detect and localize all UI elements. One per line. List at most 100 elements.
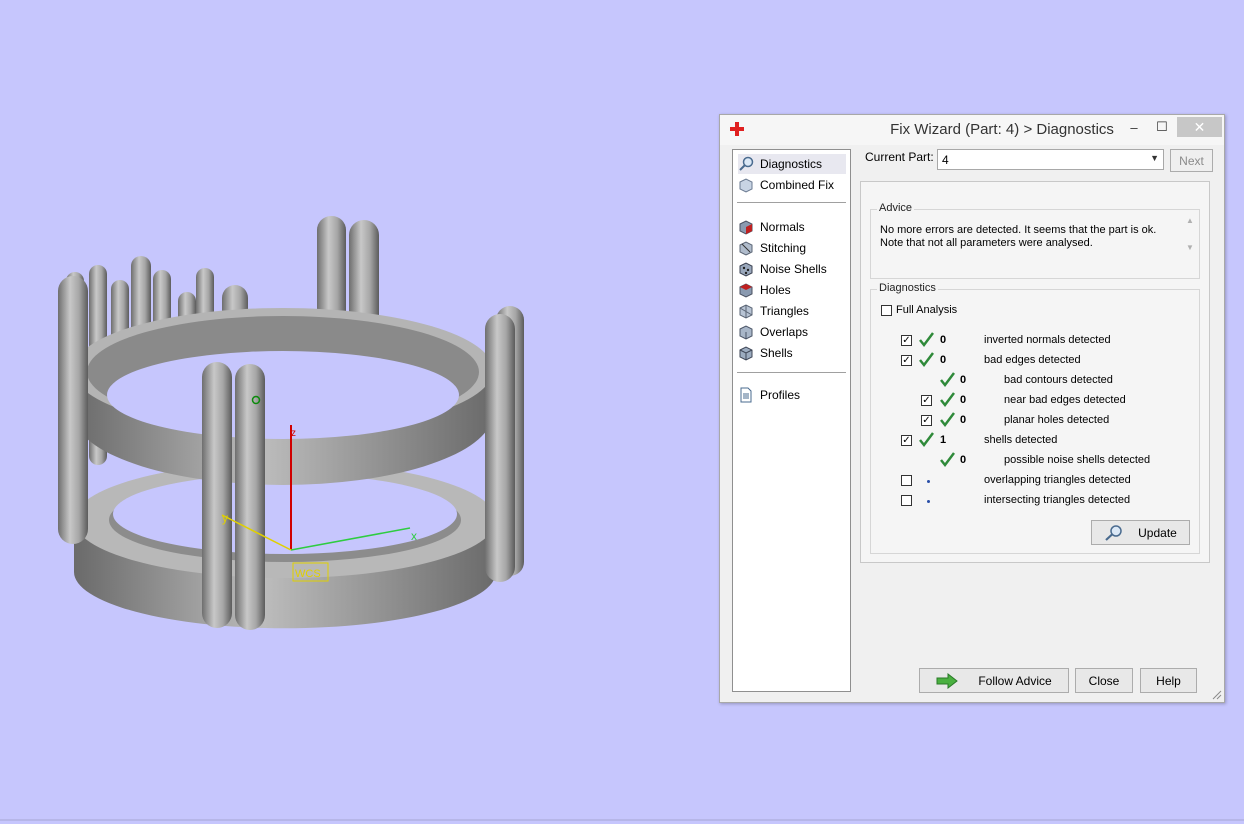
- follow-advice-label: Follow Advice: [978, 673, 1052, 688]
- maximize-button[interactable]: ☐: [1148, 117, 1176, 137]
- full-analysis-label: Full Analysis: [896, 304, 958, 316]
- diag-count: 0: [960, 374, 967, 386]
- chevron-down-icon: ▼: [1150, 153, 1159, 163]
- nav-label: Holes: [760, 283, 791, 297]
- current-part-value: 4: [942, 153, 949, 167]
- close-window-button[interactable]: ✕: [1177, 117, 1222, 137]
- nav-item-noise-shells[interactable]: Noise Shells: [738, 259, 827, 279]
- resize-grip-icon[interactable]: [1210, 688, 1222, 700]
- nav-label: Profiles: [760, 388, 801, 402]
- diag-count: 1: [940, 434, 947, 446]
- nav-label: Combined Fix: [760, 178, 835, 192]
- help-button[interactable]: Help: [1140, 668, 1197, 693]
- advice-line: Note that not all parameters were analys…: [880, 237, 1093, 249]
- diag-checkbox-shells[interactable]: ✓: [901, 435, 912, 446]
- diagnostics-group: Diagnostics Full Analysis ✓ 0 inverted n…: [870, 282, 1200, 554]
- nav-label: Noise Shells: [760, 262, 827, 276]
- noise-shells-icon: [739, 262, 753, 277]
- nav-item-normals[interactable]: Normals: [738, 217, 805, 237]
- diag-count: 0: [940, 354, 947, 366]
- advice-text: No more errors are detected. It seems th…: [880, 224, 1198, 270]
- update-button[interactable]: Update: [1091, 520, 1190, 545]
- triangles-icon: [739, 304, 753, 319]
- nav-item-holes[interactable]: Holes: [738, 280, 791, 300]
- nav-label: Overlaps: [760, 325, 809, 339]
- diag-label: intersecting triangles detected: [984, 494, 1131, 506]
- profiles-icon: [740, 387, 752, 403]
- current-part-label: Current Part:: [865, 150, 934, 164]
- green-check-icon: [940, 392, 955, 408]
- diag-label: bad contours detected: [1004, 374, 1113, 386]
- nav-item-triangles[interactable]: Triangles: [738, 301, 809, 321]
- title-bar[interactable]: Fix Wizard (Part: 4) > Diagnostics – ☐ ✕: [720, 115, 1224, 145]
- axis-x-label: x: [411, 529, 417, 543]
- green-check-icon: [940, 412, 955, 428]
- green-check-icon: [940, 372, 955, 388]
- shells-icon: [739, 346, 753, 361]
- advice-group: Advice No more errors are detected. It s…: [870, 202, 1200, 279]
- minimize-button[interactable]: –: [1120, 117, 1148, 137]
- diag-label: planar holes detected: [1004, 414, 1110, 426]
- advice-title: Advice: [877, 202, 915, 214]
- nav-item-shells[interactable]: Shells: [738, 343, 793, 363]
- lower-ring: [74, 462, 496, 629]
- diag-label: overlapping triangles detected: [984, 474, 1131, 486]
- diag-count: 0: [940, 334, 947, 346]
- holes-icon: [739, 283, 753, 298]
- nav-item-diagnostics[interactable]: Diagnostics: [738, 154, 846, 174]
- diag-checkbox-bad-edges[interactable]: ✓: [901, 355, 912, 366]
- diag-label: bad edges detected: [984, 354, 1081, 366]
- next-button[interactable]: Next: [1170, 149, 1213, 172]
- diagnostics-panel: Advice No more errors are detected. It s…: [860, 181, 1210, 563]
- green-arrow-icon: [936, 672, 959, 689]
- diag-checkbox-near-bad-edges[interactable]: ✓: [921, 395, 932, 406]
- stitching-icon: [739, 241, 753, 256]
- nav-item-combined-fix[interactable]: Combined Fix: [738, 175, 834, 195]
- nav-item-overlaps[interactable]: Overlaps: [738, 322, 808, 342]
- pending-dot-icon: [927, 480, 930, 483]
- nav-item-stitching[interactable]: Stitching: [738, 238, 806, 258]
- combined-fix-icon: [739, 178, 753, 193]
- nav-label: Diagnostics: [760, 157, 823, 171]
- diag-label: shells detected: [984, 434, 1058, 446]
- green-check-icon: [919, 352, 934, 368]
- close-button[interactable]: Close: [1075, 668, 1133, 693]
- axis-z-label: z: [291, 428, 296, 439]
- green-check-icon: [919, 332, 934, 348]
- advice-scrollbar[interactable]: ▲ ▼: [1184, 216, 1196, 260]
- diag-label: possible noise shells detected: [1004, 454, 1151, 466]
- nav-divider: [737, 372, 846, 373]
- diag-checkbox-intersecting[interactable]: [901, 495, 912, 506]
- diag-checkbox-overlapping[interactable]: [901, 475, 912, 486]
- diag-checkbox-planar-holes[interactable]: ✓: [921, 415, 932, 426]
- axis-y-label: y: [222, 511, 228, 525]
- nav-label: Normals: [760, 220, 805, 234]
- normals-icon: [739, 220, 753, 235]
- fix-wizard-dialog: Fix Wizard (Part: 4) > Diagnostics – ☐ ✕…: [719, 114, 1225, 703]
- green-check-icon: [940, 452, 955, 468]
- nav-label: Shells: [760, 346, 793, 360]
- update-label: Update: [1138, 525, 1177, 540]
- nav-label: Triangles: [760, 304, 809, 318]
- green-check-icon: [919, 432, 934, 448]
- advice-line: No more errors are detected. It seems th…: [880, 224, 1157, 236]
- diagnostics-title: Diagnostics: [877, 282, 938, 294]
- follow-advice-button[interactable]: Follow Advice: [919, 668, 1069, 693]
- wcs-label: WCS: [295, 568, 321, 580]
- diag-checkbox-inverted-normals[interactable]: ✓: [901, 335, 912, 346]
- nav-item-profiles[interactable]: Profiles: [738, 385, 800, 405]
- magnifier-icon: [739, 156, 754, 171]
- overlaps-icon: [739, 325, 753, 340]
- diag-label: near bad edges detected: [1004, 394, 1126, 406]
- wizard-nav: Diagnostics Combined Fix Normals Stitchi…: [732, 149, 851, 692]
- current-part-select[interactable]: 4 ▼: [937, 149, 1164, 170]
- nav-divider: [737, 202, 846, 203]
- upper-ring: [73, 308, 493, 485]
- magnifier-icon: [1105, 524, 1122, 541]
- pending-dot-icon: [927, 500, 930, 503]
- diag-label: inverted normals detected: [984, 334, 1111, 346]
- full-analysis-checkbox[interactable]: [881, 305, 892, 316]
- diag-count: 0: [960, 454, 967, 466]
- diag-count: 0: [960, 414, 967, 426]
- nav-label: Stitching: [760, 241, 807, 255]
